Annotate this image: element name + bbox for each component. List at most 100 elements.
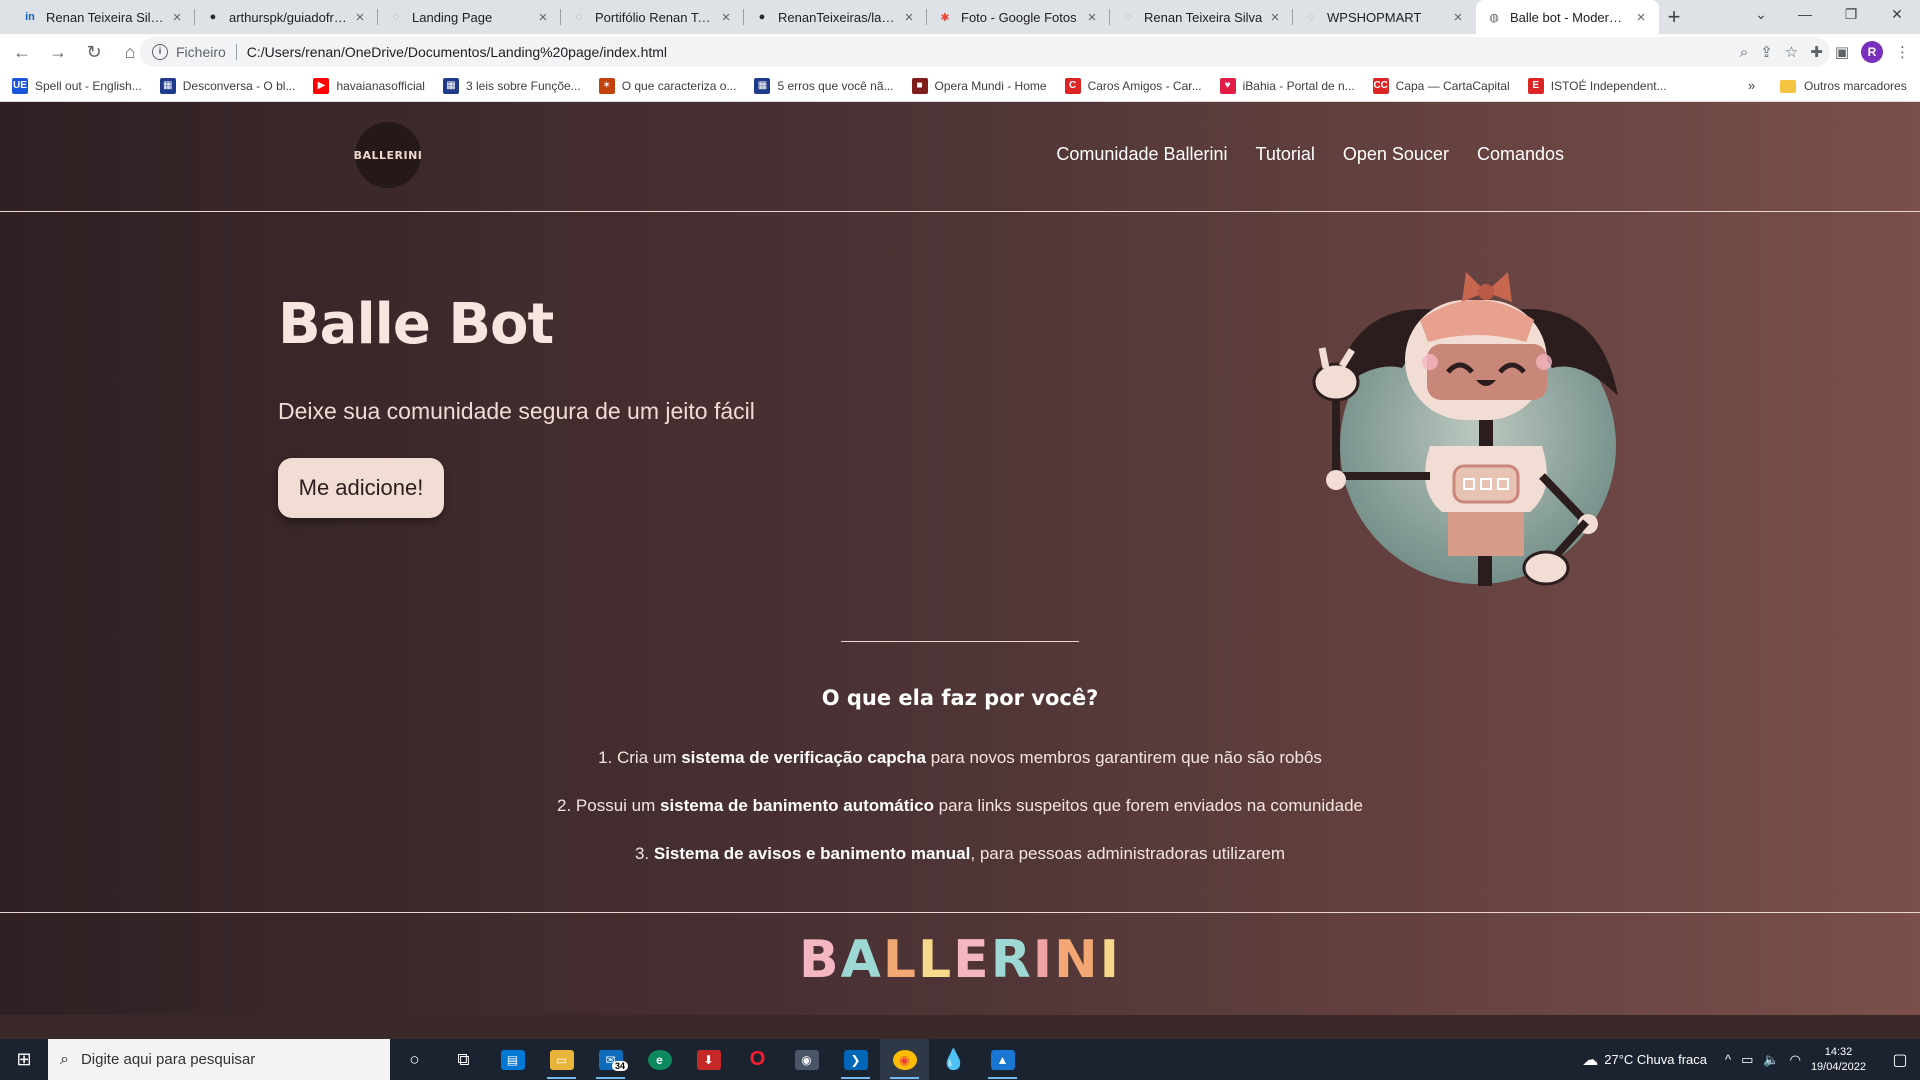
close-tab-icon[interactable]: × [901, 9, 917, 26]
close-tab-icon[interactable]: × [1450, 9, 1466, 26]
bookmark-label: havaianasofficial [336, 78, 425, 93]
feature-suffix: para links suspeitos que forem enviados … [933, 796, 1363, 815]
feature-prefix: 1. Cria um [598, 748, 682, 767]
bookmark-item[interactable]: E ISTOÉ Independent... [1527, 77, 1667, 94]
close-tab-icon[interactable]: × [535, 9, 551, 26]
restore-button[interactable]: ❐ [1828, 0, 1874, 30]
browser-tab[interactable]: ● RenanTeixeiras/landing-page× [744, 0, 927, 34]
site-footer [0, 1015, 1920, 1039]
photos-icon[interactable]: ▲ [978, 1039, 1027, 1080]
close-tab-icon[interactable]: × [352, 9, 368, 26]
browser-tab[interactable]: ◌ Landing Page × [378, 0, 561, 34]
weather-icon[interactable]: ☁ [1582, 1050, 1598, 1070]
reload-icon[interactable]: ↻ [80, 38, 108, 66]
back-icon[interactable]: ← [8, 38, 36, 66]
close-window-button[interactable]: ✕ [1874, 0, 1920, 30]
profile-avatar[interactable]: R [1861, 41, 1883, 63]
browser-tab[interactable]: ◍ Balle bot - Modere a sua comunidade× [1476, 0, 1659, 34]
more-bookmarks-icon[interactable]: » [1748, 78, 1755, 93]
opera-mundi-icon: ■ [911, 77, 928, 94]
toolbar-actions: ⌕ ⇪ ☆ ✚ ▣ R ⋮ [1740, 38, 1910, 66]
nav-link[interactable]: Comandos [1477, 144, 1564, 165]
browser-tab[interactable]: in Renan Teixeira Silva | LinkedIn× [12, 0, 195, 34]
site-logo[interactable]: BALLERINI [354, 122, 422, 188]
chevron-up-icon[interactable]: ^ [1725, 1052, 1731, 1067]
paint-icon[interactable]: 💧 [929, 1039, 978, 1080]
bookmark-item[interactable]: ✶ O que caracteriza o... [598, 77, 736, 94]
menu-icon[interactable]: ⋮ [1895, 43, 1910, 61]
extensions-icon[interactable]: ✚ [1810, 43, 1823, 61]
bookmark-item[interactable]: ▦ 5 erros que você nã... [754, 77, 894, 94]
close-tab-icon[interactable]: × [1084, 9, 1100, 26]
other-bookmarks-label: Outros marcadores [1804, 79, 1907, 93]
bookmark-star-icon[interactable]: ☆ [1785, 43, 1798, 61]
globe-icon: ◌ [1124, 11, 1132, 23]
store-icon[interactable]: ▤ [488, 1039, 537, 1080]
search-icon: ⌕ [60, 1050, 69, 1068]
wifi-icon[interactable]: ◠ [1790, 1052, 1801, 1068]
address-url[interactable]: C:/Users/renan/OneDrive/Documentos/Landi… [247, 44, 667, 60]
clock[interactable]: 14:32 19/04/2022 [1811, 1045, 1866, 1075]
network-icon[interactable]: ▭ [1741, 1052, 1753, 1068]
footer-brand: BALLERINI [0, 930, 1920, 990]
tab-search-icon[interactable]: ⌄ [1738, 0, 1784, 30]
robot-face-screen [1427, 344, 1547, 400]
edge-icon[interactable]: e [635, 1039, 684, 1080]
chrome-icon[interactable]: ◉ [880, 1039, 929, 1080]
bookmark-item[interactable]: C Caros Amigos - Car... [1064, 77, 1202, 94]
bookmark-label: Capa — CartaCapital [1395, 78, 1510, 93]
opera-icon[interactable]: O [733, 1039, 782, 1080]
vscode-icon[interactable]: ❯ [831, 1039, 880, 1080]
mail-icon[interactable]: ✉ 34 [586, 1039, 635, 1080]
close-tab-icon[interactable]: × [1267, 9, 1283, 26]
share-icon[interactable]: ⇪ [1760, 43, 1773, 61]
close-tab-icon[interactable]: × [169, 9, 185, 26]
weather-text[interactable]: 27°C Chuva fraca [1604, 1052, 1707, 1067]
address-bar[interactable]: i Ficheiro C:/Users/renan/OneDrive/Docum… [140, 37, 1830, 67]
bookmark-item[interactable]: UE Spell out - English... [12, 77, 142, 94]
file-explorer-icon[interactable]: ▭ [537, 1039, 586, 1080]
browser-tab[interactable]: ◌ WPSHOPMART × [1293, 0, 1476, 34]
bookmark-item[interactable]: ♥ iBahia - Portal de n... [1219, 77, 1355, 94]
brand-letter: L [882, 930, 919, 990]
task-view-icon[interactable]: ⧉ [439, 1039, 488, 1080]
github-icon: ● [209, 11, 217, 23]
bookmark-item[interactable]: ■ Opera Mundi - Home [911, 77, 1047, 94]
browser-tab[interactable]: ◌ Renan Teixeira Silva × [1110, 0, 1293, 34]
tab-title: Renan Teixeira Silva | LinkedIn [46, 9, 165, 25]
add-bot-button[interactable]: Me adicione! [278, 458, 444, 518]
side-panel-icon[interactable]: ▣ [1835, 43, 1849, 61]
minimize-button[interactable]: — [1782, 0, 1828, 30]
page-content: BALLERINI Comunidade Ballerini Tutorial Op… [0, 102, 1920, 1039]
bookmark-item[interactable]: ▶ havaianasofficial [313, 77, 425, 94]
browser-tab[interactable]: ● arthurspk/guiadofrontend× [195, 0, 378, 34]
new-tab-button[interactable]: + [1660, 4, 1688, 30]
nav-link[interactable]: Tutorial [1256, 144, 1315, 165]
forward-icon[interactable]: → [44, 38, 72, 66]
windows-start-icon[interactable]: ⊞ [0, 1039, 48, 1080]
robot-hand-right [1522, 550, 1570, 586]
bookmark-item[interactable]: ▦ Desconversa - O bl... [159, 77, 295, 94]
linkedin-icon: in [25, 11, 35, 23]
camera-icon[interactable]: ◉ [782, 1039, 831, 1080]
close-tab-icon[interactable]: × [1633, 9, 1649, 26]
browser-tab[interactable]: ◌ Portifólio Renan Teixeira× [561, 0, 744, 34]
nav-link[interactable]: Open Soucer [1343, 144, 1449, 165]
cortana-icon[interactable]: ○ [390, 1039, 439, 1080]
close-tab-icon[interactable]: × [718, 9, 734, 26]
downloader-icon[interactable]: ⬇ [684, 1039, 733, 1080]
browser-tab[interactable]: ✱ Foto - Google Fotos × [927, 0, 1110, 34]
nav-link[interactable]: Comunidade Ballerini [1056, 144, 1227, 165]
clock-date: 19/04/2022 [1810, 1060, 1866, 1073]
cartacapital-icon: CC [1372, 77, 1389, 94]
volume-icon[interactable]: 🔈 [1763, 1052, 1779, 1068]
site-info-icon[interactable]: i [152, 44, 168, 60]
bookmark-item[interactable]: CC Capa — CartaCapital [1372, 77, 1510, 94]
other-bookmarks[interactable]: Outros marcadores [1780, 70, 1907, 102]
zoom-icon[interactable]: ⌕ [1740, 44, 1748, 61]
footer-divider [0, 912, 1920, 913]
grid-icon: ▦ [754, 77, 771, 94]
notifications-icon[interactable]: ▢ [1880, 1050, 1920, 1070]
bookmark-item[interactable]: ▦ 3 leis sobre Funçõe... [442, 77, 581, 94]
taskbar-search[interactable]: ⌕ Digite aqui para pesquisar [48, 1039, 390, 1080]
